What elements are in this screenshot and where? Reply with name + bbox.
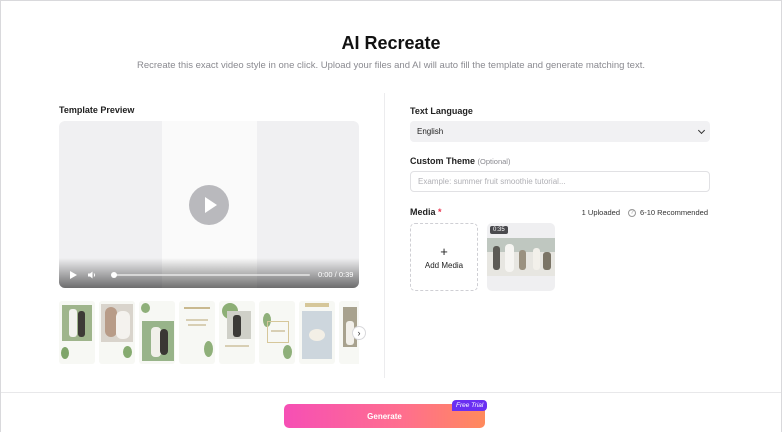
free-trial-badge: Free Trial [452,400,488,411]
selected-language: English [417,127,444,136]
required-mark: * [438,207,442,217]
text-language-label: Text Language [410,106,473,116]
template-thumbnail[interactable] [179,301,215,364]
optional-note: (Optional) [477,157,511,166]
template-thumbnail[interactable] [139,301,175,364]
question-circle-icon[interactable]: ? [628,208,637,217]
custom-theme-label: Custom Theme (Optional) [410,156,510,166]
volume-icon[interactable] [87,270,97,280]
template-thumbnail[interactable] [59,301,95,364]
template-thumbnail-strip [59,301,359,365]
text-language-select[interactable]: English [410,121,710,142]
controls-bar [59,258,359,288]
page: AI Recreate Recreate this exact video st… [0,0,782,432]
template-thumbnail[interactable] [299,301,335,364]
video-timecode: 0:00 / 0:39 [318,270,354,279]
plus-icon: + [440,243,448,259]
template-thumbnail[interactable] [99,301,135,364]
media-thumbnail [487,238,555,276]
video-player[interactable]: 0:00 / 0:39 [59,121,359,288]
template-thumbnail[interactable] [219,301,255,364]
progress-knob[interactable] [111,272,117,278]
chevron-right-icon[interactable]: › [352,326,366,340]
page-subtitle: Recreate this exact video style in one c… [137,60,645,71]
custom-theme-label-text: Custom Theme [410,156,476,166]
media-label-text: Media [410,207,436,217]
custom-theme-input[interactable] [410,171,710,192]
video-progress-bar[interactable] [111,272,310,278]
media-upload-status: 1 Uploaded ? 6-10 Recommended [582,208,708,217]
media-duration-badge: 0:35 [490,226,508,234]
page-title: AI Recreate [341,33,441,53]
play-icon[interactable] [70,271,77,279]
recommended-count: 6-10 Recommended [640,208,708,217]
add-media-button[interactable]: + Add Media [410,223,478,291]
media-label: Media * [410,207,442,217]
add-media-label: Add Media [424,260,464,270]
play-icon[interactable] [189,185,229,225]
chevron-down-icon [697,126,706,135]
template-thumbnail[interactable] [259,301,295,364]
uploaded-media-tile[interactable]: 0:35 [487,223,555,291]
template-preview-label: Template Preview [59,105,135,115]
uploaded-count: 1 Uploaded [581,208,621,217]
column-divider [384,93,385,378]
